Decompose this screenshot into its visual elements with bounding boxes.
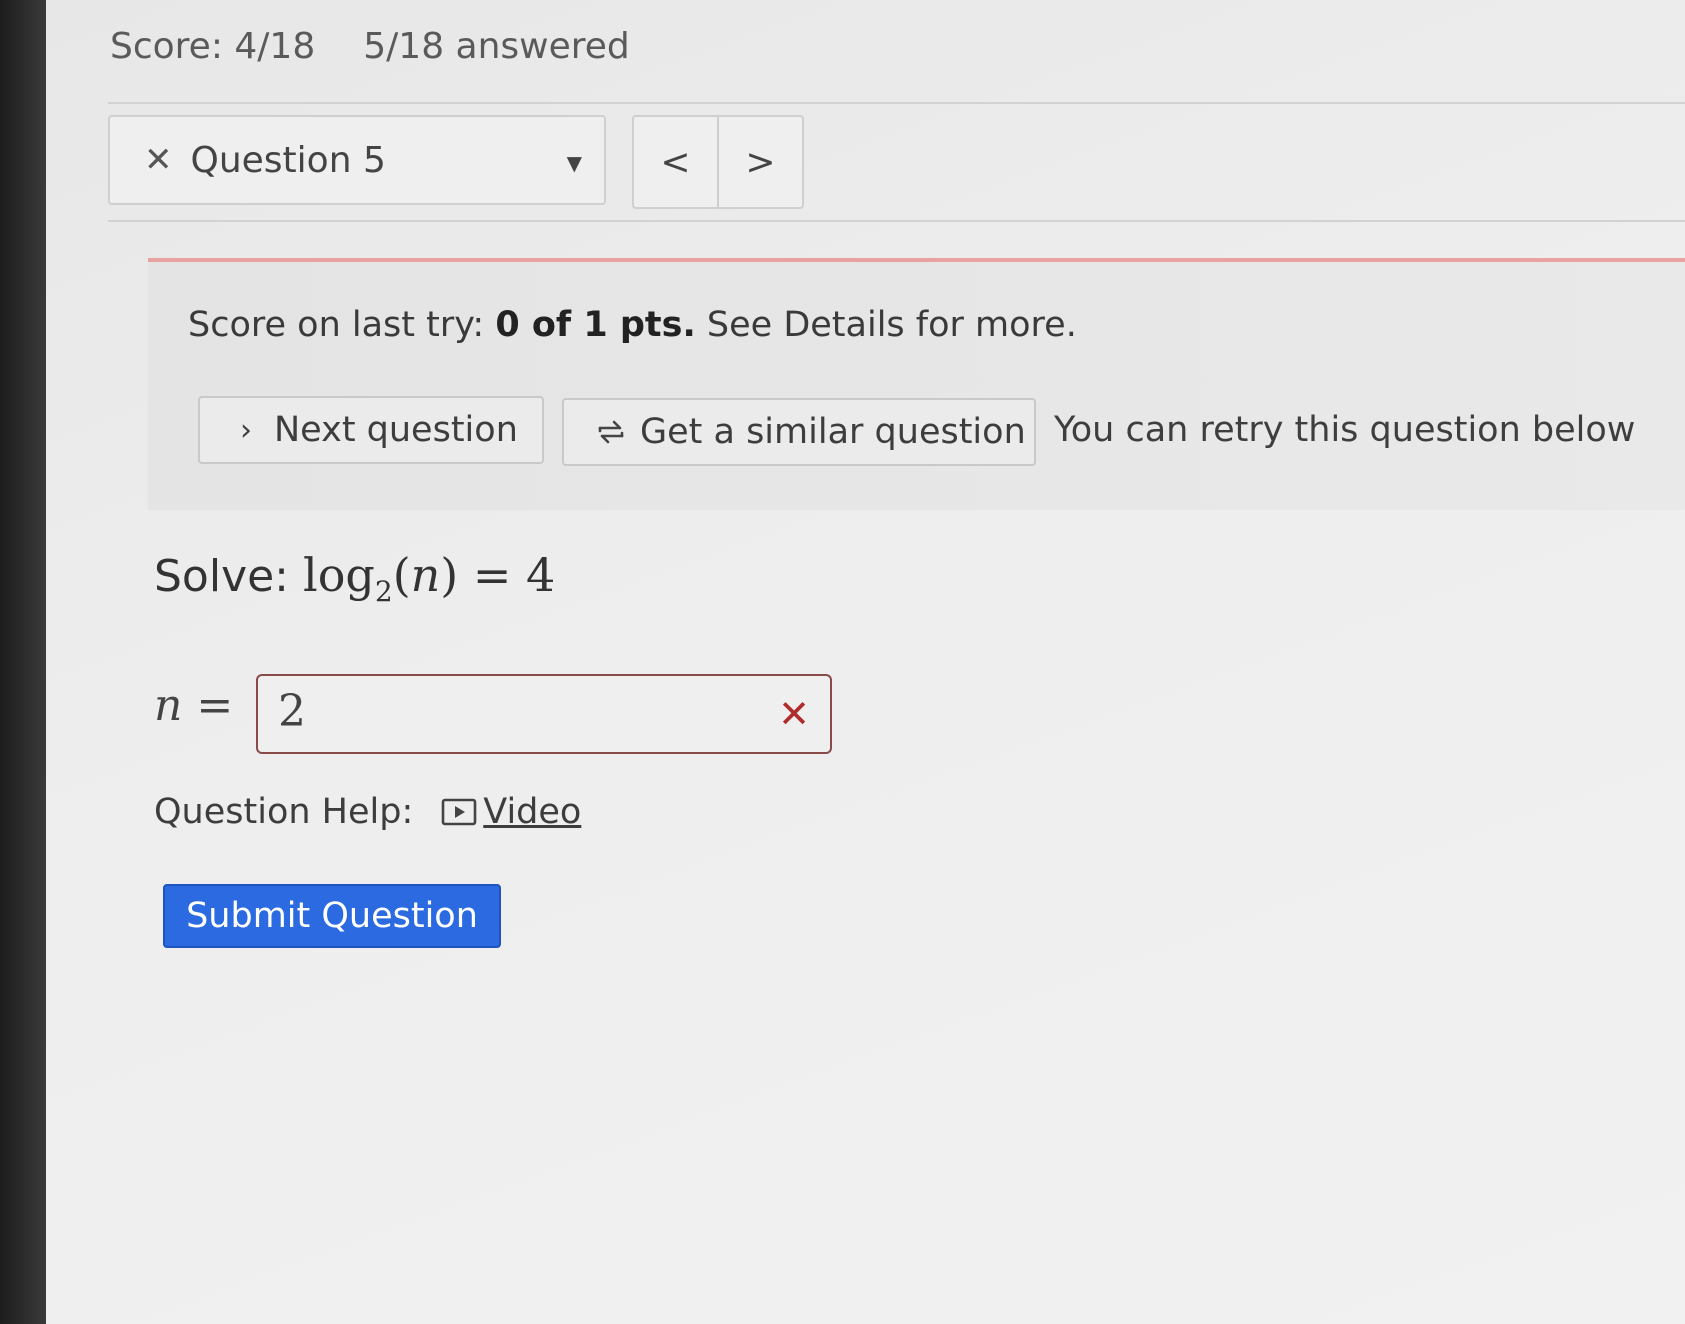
feedback-panel bbox=[148, 262, 1685, 510]
next-question-arrow-button[interactable]: > bbox=[717, 117, 802, 207]
answer-variable-label: n = bbox=[154, 680, 234, 731]
next-question-button[interactable]: › Next question bbox=[198, 396, 544, 464]
log-argument: n bbox=[410, 548, 441, 602]
answer-value: 2 bbox=[278, 686, 306, 737]
log-base: 2 bbox=[374, 575, 393, 609]
score-text: Score: 4/18 bbox=[110, 26, 316, 67]
equation-rhs: 4 bbox=[526, 548, 556, 602]
assignment-page: Score: 4/18 5/18 answered ✕ Question 5 ▼ … bbox=[46, 0, 1685, 1324]
video-link[interactable]: Video bbox=[483, 792, 581, 832]
last-try-suffix: See Details for more. bbox=[695, 305, 1077, 345]
log-function: log bbox=[303, 548, 375, 602]
wrong-x-icon: ✕ bbox=[778, 692, 810, 736]
retry-message: You can retry this question below bbox=[1054, 410, 1636, 450]
refresh-arrows-icon bbox=[598, 420, 624, 444]
caret-down-icon: ▼ bbox=[566, 151, 582, 175]
similar-question-label: Get a similar question bbox=[640, 412, 1026, 452]
question-pager: < > bbox=[632, 115, 804, 209]
screen-bezel bbox=[0, 0, 46, 1324]
last-try-points: 0 of 1 pts. bbox=[495, 305, 696, 345]
question-prompt: Solve: log2(n) = 4 bbox=[154, 548, 555, 608]
divider bbox=[108, 102, 1685, 104]
question-help: Question Help: Video bbox=[154, 792, 581, 832]
score-summary: Score: 4/18 5/18 answered bbox=[110, 26, 630, 67]
answer-input[interactable]: 2 ✕ bbox=[256, 674, 832, 754]
last-try-prefix: Score on last try: bbox=[188, 305, 496, 345]
submit-question-button[interactable]: Submit Question bbox=[163, 884, 501, 948]
answer-variable: n bbox=[154, 680, 183, 731]
prompt-label: Solve: bbox=[154, 551, 290, 602]
chevron-left-icon: < bbox=[660, 141, 691, 183]
chevron-right-icon: › bbox=[240, 412, 252, 448]
close-icon: ✕ bbox=[144, 140, 173, 180]
chevron-right-icon: > bbox=[745, 141, 776, 183]
help-label: Question Help: bbox=[154, 792, 414, 832]
selected-question-label: Question 5 bbox=[190, 139, 386, 181]
answered-count: 5/18 answered bbox=[363, 26, 630, 67]
question-selector[interactable]: ✕ Question 5 ▼ bbox=[108, 115, 606, 205]
similar-question-button[interactable]: Get a similar question bbox=[562, 398, 1036, 466]
previous-question-button[interactable]: < bbox=[634, 117, 717, 207]
divider bbox=[108, 220, 1685, 222]
equation: log2(n) = 4 bbox=[303, 548, 556, 609]
last-try-score: Score on last try: 0 of 1 pts. See Detai… bbox=[188, 305, 1077, 345]
video-play-icon[interactable] bbox=[441, 797, 477, 827]
next-question-label: Next question bbox=[274, 410, 518, 450]
